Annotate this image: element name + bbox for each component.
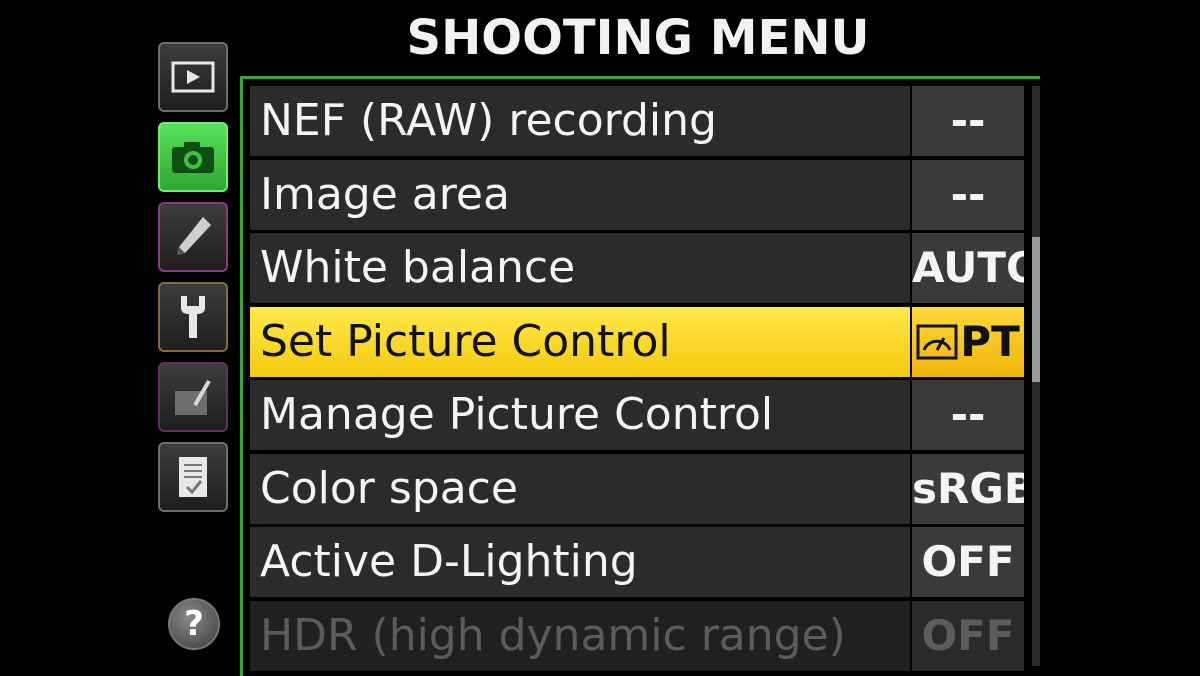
menu-item-value: OFF: [912, 600, 1024, 671]
picture-control-icon: [916, 324, 958, 359]
menu-item-white-balance[interactable]: White balance AUTO1: [250, 233, 1026, 303]
setup-menu-tab[interactable]: [158, 282, 228, 352]
shooting-menu-tab[interactable]: [158, 122, 228, 192]
menu-item-label: Manage Picture Control: [250, 380, 910, 450]
menu-item-label: HDR (high dynamic range): [250, 600, 910, 671]
menu-item-nef-raw-recording[interactable]: NEF (RAW) recording --: [250, 86, 1026, 156]
checklist-icon: [179, 457, 207, 497]
retouch-menu-tab[interactable]: [158, 362, 228, 432]
menu-item-value: --: [912, 86, 1024, 156]
playback-icon: [171, 61, 215, 93]
camera-icon: [172, 142, 214, 173]
scrollbar-thumb[interactable]: [1032, 237, 1040, 382]
menu-item-value: --: [912, 159, 1024, 230]
scrollbar[interactable]: [1032, 86, 1040, 666]
menu-item-label: Color space: [250, 453, 910, 524]
menu-item-set-picture-control[interactable]: Set Picture Control PT: [250, 306, 1026, 377]
menu-item-color-space[interactable]: Color space sRGB: [250, 453, 1026, 524]
menu-item-image-area[interactable]: Image area --: [250, 159, 1026, 230]
menu-item-value: sRGB: [912, 453, 1024, 524]
menu-list: NEF (RAW) recording -- Image area -- Whi…: [250, 86, 1026, 674]
menu-item-value-text: PT: [960, 316, 1020, 366]
menu-item-value: OFF: [912, 527, 1024, 597]
menu-item-label: Set Picture Control: [250, 306, 910, 377]
menu-item-active-d-lighting[interactable]: Active D-Lighting OFF: [250, 527, 1026, 597]
menu-item-value: --: [912, 380, 1024, 450]
menu-item-value: PT: [912, 306, 1024, 377]
pencil-icon: [177, 217, 211, 255]
menu-tabs-sidebar: ?: [156, 40, 232, 676]
menu-item-label: Image area: [250, 159, 910, 230]
menu-item-manage-picture-control[interactable]: Manage Picture Control --: [250, 380, 1026, 450]
menu-item-hdr: HDR (high dynamic range) OFF: [250, 600, 1026, 671]
menu-item-label: White balance: [250, 233, 910, 303]
menu-item-value: AUTO1: [912, 233, 1024, 303]
help-icon[interactable]: ?: [168, 598, 220, 650]
page-title: SHOOTING MENU: [406, 10, 870, 66]
my-menu-tab[interactable]: [158, 442, 228, 512]
menu-item-label: Active D-Lighting: [250, 527, 910, 597]
custom-settings-tab[interactable]: [158, 202, 228, 272]
retouch-brush-icon: [175, 379, 211, 415]
playback-menu-tab[interactable]: [158, 42, 228, 112]
wrench-icon: [181, 296, 205, 338]
menu-item-label: NEF (RAW) recording: [250, 86, 910, 156]
